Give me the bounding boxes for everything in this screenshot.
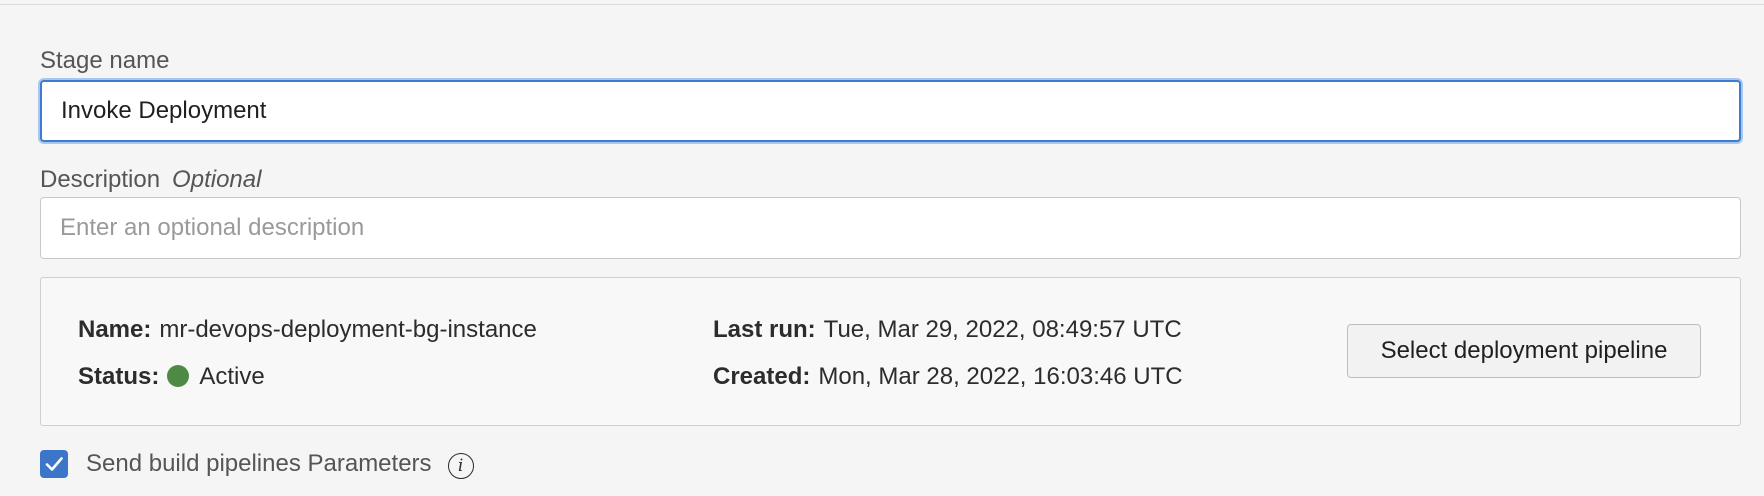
checkmark-icon xyxy=(45,457,63,471)
pipeline-last-run-value: Tue, Mar 29, 2022, 08:49:57 UTC xyxy=(823,316,1182,343)
send-params-label[interactable]: Send build pipelines Parameters xyxy=(86,450,432,478)
description-input[interactable] xyxy=(40,197,1741,259)
send-params-checkbox[interactable] xyxy=(40,450,68,478)
pipeline-created-value: Mon, Mar 28, 2022, 16:03:46 UTC xyxy=(818,363,1183,390)
status-dot-icon xyxy=(167,365,190,387)
description-label-text: Description xyxy=(40,166,161,193)
stage-name-label: Stage name xyxy=(40,47,169,75)
optional-tag: Optional xyxy=(172,166,262,193)
stage-form-page: Stage name Description Optional Name: mr-d… xyxy=(0,0,1764,496)
stage-name-input[interactable] xyxy=(40,80,1741,142)
deployment-pipeline-card: Name: mr-devops-deployment-bg-instance St… xyxy=(40,277,1741,426)
pipeline-name-value: mr-devops-deployment-bg-instance xyxy=(159,316,537,343)
send-params-row: Send build pipelines Parameters i xyxy=(40,447,474,481)
pipeline-last-run-line: Last run: Tue, Mar 29, 2022, 08:49:57 UTC xyxy=(713,316,1182,344)
pipeline-created-line: Created: Mon, Mar 28, 2022, 16:03:46 UTC xyxy=(713,363,1183,391)
pipeline-last-run-key: Last run: xyxy=(713,316,816,343)
pipeline-status-line: Status: Active xyxy=(78,363,265,391)
info-icon[interactable]: i xyxy=(447,453,474,479)
description-label: Description Optional xyxy=(40,166,261,194)
pipeline-status-value: Active xyxy=(199,363,265,390)
pipeline-name-key: Name: xyxy=(78,316,152,343)
select-deployment-pipeline-button[interactable]: Select deployment pipeline xyxy=(1347,324,1701,378)
stage-name-label-text: Stage name xyxy=(40,47,170,74)
top-divider xyxy=(0,4,1764,5)
pipeline-status-key: Status: xyxy=(78,363,160,390)
pipeline-created-key: Created: xyxy=(713,363,811,390)
pipeline-name-line: Name: mr-devops-deployment-bg-instance xyxy=(78,316,537,344)
